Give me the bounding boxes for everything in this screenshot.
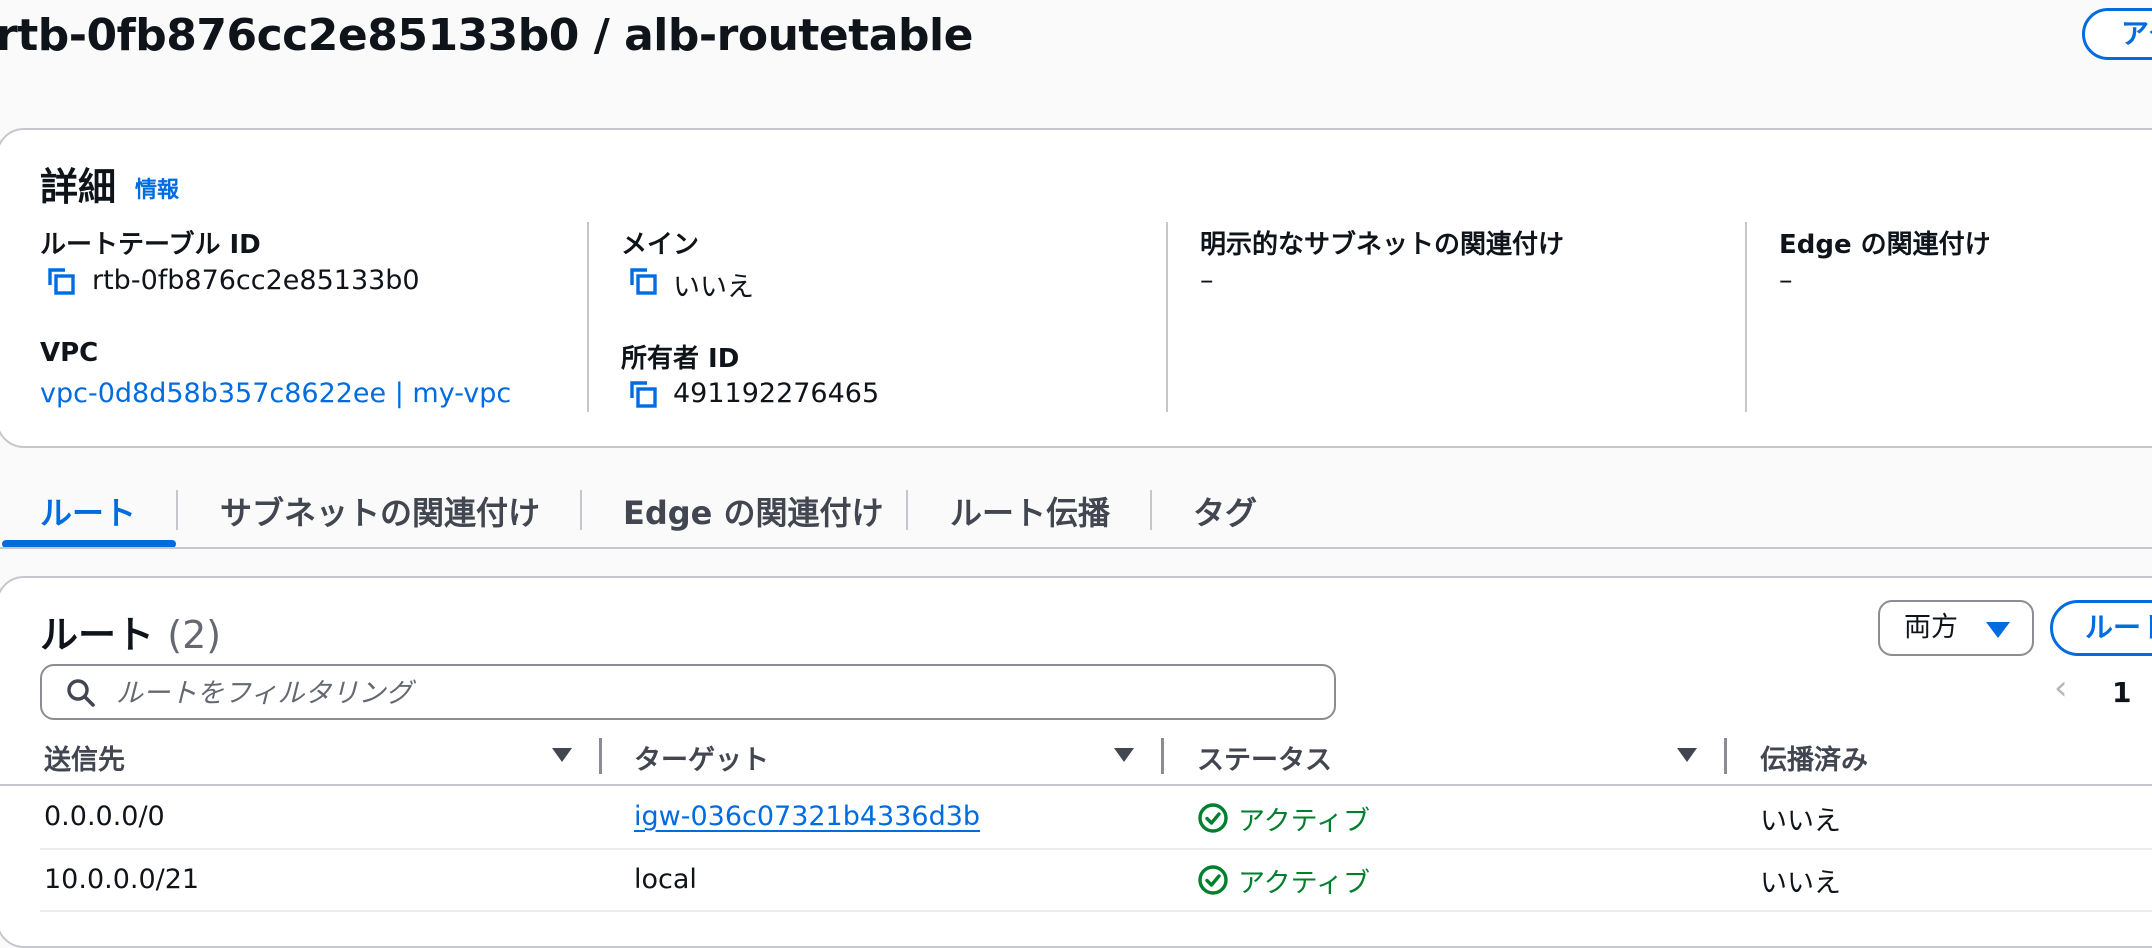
tab-separator — [906, 490, 908, 530]
column-resizer[interactable] — [1724, 738, 1727, 774]
search-icon — [67, 679, 95, 707]
tab-routes[interactable]: ルート — [40, 488, 136, 534]
tab-tags[interactable]: タグ — [1193, 488, 1257, 534]
vpc-link[interactable]: vpc-0d8d58b357c8622ee | my-vpc — [40, 378, 511, 409]
propagation-filter-select[interactable]: 両方 — [1878, 600, 2034, 656]
details-divider — [1745, 222, 1747, 412]
routes-heading-text: ルート — [40, 613, 155, 657]
subnet-assoc-label: 明示的なサブネットの関連付け — [1200, 230, 1565, 260]
tab-route-propagation[interactable]: ルート伝播 — [950, 488, 1110, 534]
routes-heading: ルート (2) — [40, 604, 221, 659]
table-header-divider — [0, 784, 2152, 786]
tab-subnet-associations[interactable]: サブネットの関連付け — [220, 488, 540, 534]
edit-routes-button[interactable]: ルートを編集 — [2050, 600, 2152, 656]
route-table-id-value: rtb-0fb876cc2e85133b0 — [92, 265, 420, 296]
sort-icon[interactable] — [1677, 748, 1697, 762]
actions-button[interactable]: アクション — [2082, 8, 2152, 60]
details-info-link[interactable]: 情報 — [135, 172, 179, 204]
table-cell-destination: 0.0.0.0/0 — [44, 801, 165, 832]
copy-icon — [630, 268, 657, 295]
search-input[interactable] — [114, 666, 1298, 720]
route-table-id-label: ルートテーブル ID — [40, 230, 261, 260]
sort-icon[interactable] — [552, 748, 572, 762]
subnet-assoc-value: – — [1200, 265, 1214, 296]
main-label: メイン — [621, 230, 700, 260]
target-link[interactable]: igw-036c07321b4336d3b — [634, 801, 980, 832]
edge-assoc-value: – — [1779, 265, 1793, 296]
vpc-label: VPC — [40, 338, 99, 368]
status-text: アクティブ — [1238, 806, 1371, 837]
column-header-propagated[interactable]: 伝播済み — [1760, 738, 1868, 777]
table-cell-propagated: いいえ — [1760, 868, 1841, 899]
current-page-number[interactable]: 1 — [2112, 676, 2131, 709]
column-resizer[interactable] — [599, 738, 602, 774]
page-title: rtb-0fb876cc2e85133b0 / alb-routetable — [0, 10, 973, 61]
caret-down-icon — [1986, 622, 2010, 638]
table-cell-target: local — [634, 864, 697, 895]
table-row-divider — [40, 910, 2152, 912]
copy-owner-id[interactable] — [628, 379, 658, 413]
column-header-status[interactable]: ステータス — [1197, 738, 1332, 777]
copy-icon — [48, 268, 75, 295]
column-resizer[interactable] — [1161, 738, 1164, 774]
tab-separator — [580, 490, 582, 530]
check-circle-icon — [1198, 803, 1228, 833]
copy-main[interactable] — [628, 266, 658, 300]
edge-assoc-label: Edge の関連付け — [1779, 230, 1991, 260]
column-header-target[interactable]: ターゲット — [634, 738, 769, 777]
check-circle-icon — [1198, 865, 1228, 895]
routes-count: (2) — [167, 613, 222, 657]
chevron-left-icon[interactable]: ‹ — [2054, 668, 2068, 708]
column-header-destination[interactable]: 送信先 — [44, 738, 125, 777]
main-value: いいえ — [673, 272, 754, 303]
tabs-baseline — [0, 547, 2152, 549]
status-text: アクティブ — [1238, 868, 1371, 899]
details-divider — [587, 222, 589, 412]
table-cell-destination: 10.0.0.0/21 — [44, 864, 200, 895]
tab-separator — [176, 490, 178, 530]
tab-separator — [1150, 490, 1152, 530]
table-row-divider — [40, 848, 2152, 850]
copy-icon — [630, 381, 657, 408]
owner-id-value: 491192276465 — [673, 378, 880, 409]
copy-route-table-id[interactable] — [46, 266, 76, 300]
owner-id-label: 所有者 ID — [621, 344, 740, 374]
details-divider — [1166, 222, 1168, 412]
sort-icon[interactable] — [1114, 748, 1134, 762]
details-heading: 詳細 — [40, 165, 117, 209]
tab-edge-associations[interactable]: Edge の関連付け — [623, 488, 884, 534]
propagation-filter-value: 両方 — [1904, 612, 1958, 643]
table-cell-propagated: いいえ — [1760, 806, 1841, 837]
route-filter-search[interactable] — [40, 664, 1336, 720]
